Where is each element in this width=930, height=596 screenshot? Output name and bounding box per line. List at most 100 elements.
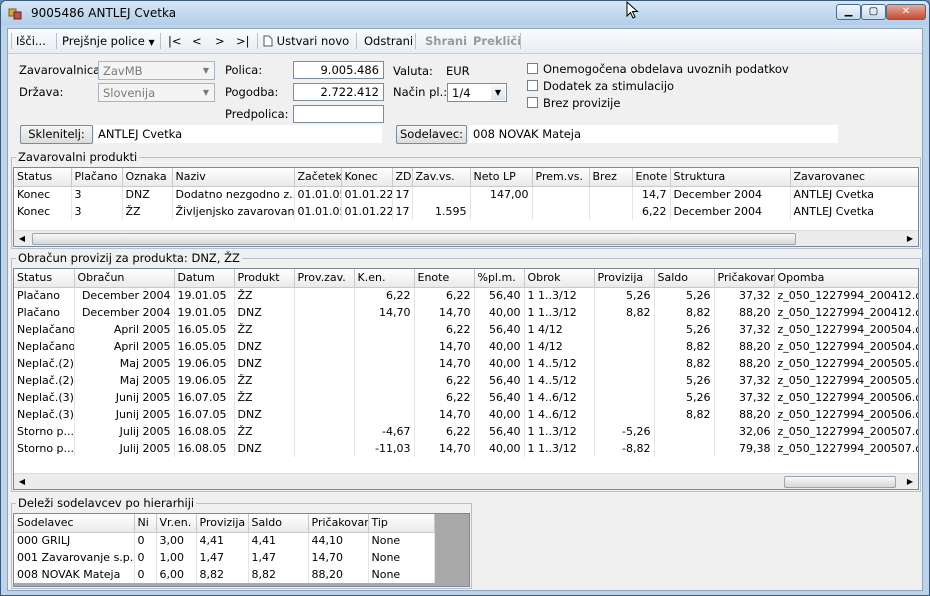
column-header[interactable]: Brez: [589, 168, 633, 187]
country-select[interactable]: Slovenija ▼: [98, 83, 215, 102]
nav-next-button[interactable]: >: [215, 34, 225, 48]
associate-button[interactable]: Sodelavec:: [396, 125, 467, 144]
column-header[interactable]: Prov.zav.: [294, 269, 355, 288]
column-header[interactable]: ZD: [392, 168, 413, 187]
column-header[interactable]: Datum: [174, 269, 235, 288]
column-header[interactable]: Prem.vs.: [532, 168, 590, 187]
column-header[interactable]: Provizija: [594, 269, 655, 288]
scrollbar-thumb[interactable]: [784, 476, 896, 488]
column-header[interactable]: Status: [14, 269, 75, 288]
stimulation-checkbox[interactable]: Dodatek za stimulacijo: [527, 79, 674, 93]
product-row[interactable]: Konec3DNZDodatno nezgodno z...01.01.0501…: [14, 186, 918, 203]
policy-field[interactable]: 9.005.486: [293, 61, 384, 79]
cancel-button[interactable]: Prekliči: [473, 34, 521, 48]
share-row[interactable]: 000 GRILJ 0 3,00 4,41 4,41 44,10 None: [14, 532, 435, 549]
disabled-import-checkbox[interactable]: Onemogočena obdelava uvoznih podatkov: [527, 62, 789, 76]
commission-row[interactable]: Neplač.(2) Maj 2005 19.06.05 ŽZ 6,22 56,40 1 4…: [14, 372, 918, 389]
column-header[interactable]: Struktura: [670, 168, 791, 187]
column-header[interactable]: Opomba: [774, 269, 918, 288]
commission-row[interactable]: Neplačano April 2005 16.05.05 ŽZ 6,22 56,40 1 …: [14, 321, 918, 338]
create-new-button[interactable]: Ustvari novo: [263, 34, 349, 48]
table-cell: z_050_1227994_200506.csv, c: [774, 406, 918, 423]
contract-field[interactable]: 2.722.412: [293, 83, 384, 101]
column-header[interactable]: Zav.vs.: [412, 168, 471, 187]
commissions-hscrollbar[interactable]: ◀ ▶: [14, 473, 918, 489]
column-header[interactable]: Pričakovar: [308, 514, 369, 533]
previous-policies-dropdown[interactable]: Prejšnje police ▼: [62, 34, 155, 48]
column-header[interactable]: Obračun: [74, 269, 175, 288]
scroll-right-icon[interactable]: ▶: [902, 474, 918, 489]
commission-row[interactable]: Neplač.(2) Maj 2005 19.06.05 DNZ 14,70 40,00 1…: [14, 355, 918, 372]
commission-row[interactable]: Neplačano April 2005 16.05.05 DNZ 14,70 40,00…: [14, 338, 918, 355]
column-header[interactable]: Konec: [341, 168, 393, 187]
column-header[interactable]: Začetek: [294, 168, 342, 187]
shares-grid[interactable]: Sodelavec Ni Vr.en. Provizija Saldo Pričakova…: [13, 513, 470, 587]
no-commission-checkbox[interactable]: Brez provizije: [527, 96, 620, 110]
column-header[interactable]: Sodelavec: [14, 514, 135, 533]
country-value: Slovenija: [103, 86, 156, 100]
column-header[interactable]: Pričakovar: [714, 269, 775, 288]
scrollbar-thumb[interactable]: [32, 233, 796, 245]
nav-prev-button[interactable]: <: [192, 34, 202, 48]
scroll-left-icon[interactable]: ◀: [14, 231, 30, 246]
column-header[interactable]: Vr.en.: [156, 514, 197, 533]
column-header[interactable]: Enote: [414, 269, 475, 288]
insurer-select[interactable]: ZavMB ▼: [98, 61, 215, 80]
share-row[interactable]: 008 NOVAK Mateja 0 6,00 8,82 8,82 88,20 None: [14, 566, 435, 583]
commissions-title: Obračun provizij za produkta: DNZ, ŽZ: [16, 251, 242, 265]
commission-row[interactable]: Neplač.(3) Junij 2005 16.07.05 ŽZ 6,22 56,40 1…: [14, 389, 918, 406]
table-cell: Junij 2005: [74, 389, 175, 406]
table-cell: 6,22: [414, 287, 475, 304]
commission-row[interactable]: Storno p... Julij 2005 16.08.05 DNZ -11,03 14…: [14, 440, 918, 457]
nav-first-button[interactable]: |<: [168, 34, 182, 48]
table-cell: Julij 2005: [74, 423, 175, 440]
column-header[interactable]: Produkt: [234, 269, 295, 288]
column-header[interactable]: Saldo: [248, 514, 309, 533]
column-header[interactable]: Obrok: [524, 269, 595, 288]
column-header[interactable]: Enote: [632, 168, 671, 187]
column-header[interactable]: Neto LP: [470, 168, 533, 187]
payment-mode-select[interactable]: 1/4 ▼: [447, 83, 507, 102]
contractor-button[interactable]: Sklenitelj:: [20, 125, 93, 144]
products-grid[interactable]: Status Plačano Oznaka Naziv Začetek Konec ZD Za…: [13, 167, 919, 247]
table-cell: 147,00: [470, 186, 533, 203]
save-button[interactable]: Shrani: [425, 34, 467, 48]
prepolicy-field[interactable]: [293, 105, 384, 123]
commission-row[interactable]: Storno p... Julij 2005 16.08.05 ŽZ -4,67 6,22…: [14, 423, 918, 440]
column-header[interactable]: Ni: [134, 514, 157, 533]
column-header[interactable]: Oznaka: [122, 168, 173, 187]
commission-row[interactable]: Plačano December 2004 19.01.05 DNZ 14,70 14,7…: [14, 304, 918, 321]
table-cell: ANTLEJ Cvetka: [790, 203, 918, 220]
title-bar[interactable]: 9005486 ANTLEJ Cvetka ▁ ▢ ✕: [1, 1, 929, 25]
table-cell: -11,03: [354, 440, 415, 457]
column-header[interactable]: Tip: [368, 514, 435, 533]
column-header[interactable]: Saldo: [654, 269, 715, 288]
nav-last-button[interactable]: >|: [236, 34, 250, 48]
minimize-button[interactable]: ▁: [836, 4, 861, 20]
products-title: Zavarovalni produkti: [16, 150, 140, 164]
close-button[interactable]: ✕: [886, 4, 926, 20]
table-cell: ŽZ: [122, 203, 173, 220]
column-header[interactable]: Status: [14, 168, 72, 187]
app-icon: [8, 8, 22, 20]
column-header[interactable]: Naziv: [172, 168, 295, 187]
commission-row[interactable]: Neplač.(3) Junij 2005 16.07.05 DNZ 14,70 40,0…: [14, 406, 918, 423]
column-header[interactable]: K.en.: [354, 269, 415, 288]
scroll-right-icon[interactable]: ▶: [902, 231, 918, 246]
table-cell: 6,22: [632, 203, 671, 220]
share-row[interactable]: 001 Zavarovanje s.p. 0 1,00 1,47 1,47 14,70 No…: [14, 549, 435, 566]
commissions-grid[interactable]: Status Obračun Datum Produkt Prov.zav. K.en. E…: [13, 268, 919, 490]
maximize-button[interactable]: ▢: [861, 4, 886, 20]
commission-row[interactable]: Plačano December 2004 19.01.05 ŽZ 6,22 6,22 56…: [14, 287, 918, 304]
search-button[interactable]: Išči...: [16, 34, 46, 48]
column-header[interactable]: Zavarovanec: [790, 168, 918, 187]
scroll-left-icon[interactable]: ◀: [14, 474, 30, 489]
column-header[interactable]: Provizija: [196, 514, 249, 533]
column-header[interactable]: %pl.m.: [474, 269, 525, 288]
table-cell: 14,7: [632, 186, 671, 203]
products-hscrollbar[interactable]: ◀ ▶: [14, 230, 918, 246]
column-header[interactable]: Plačano: [71, 168, 123, 187]
associate-value: 008 NOVAK Mateja: [469, 125, 838, 143]
product-row[interactable]: Konec3ŽZŽivljenjsko zavarovanje01.01.050…: [14, 203, 918, 220]
remove-button[interactable]: Odstrani: [364, 34, 413, 48]
